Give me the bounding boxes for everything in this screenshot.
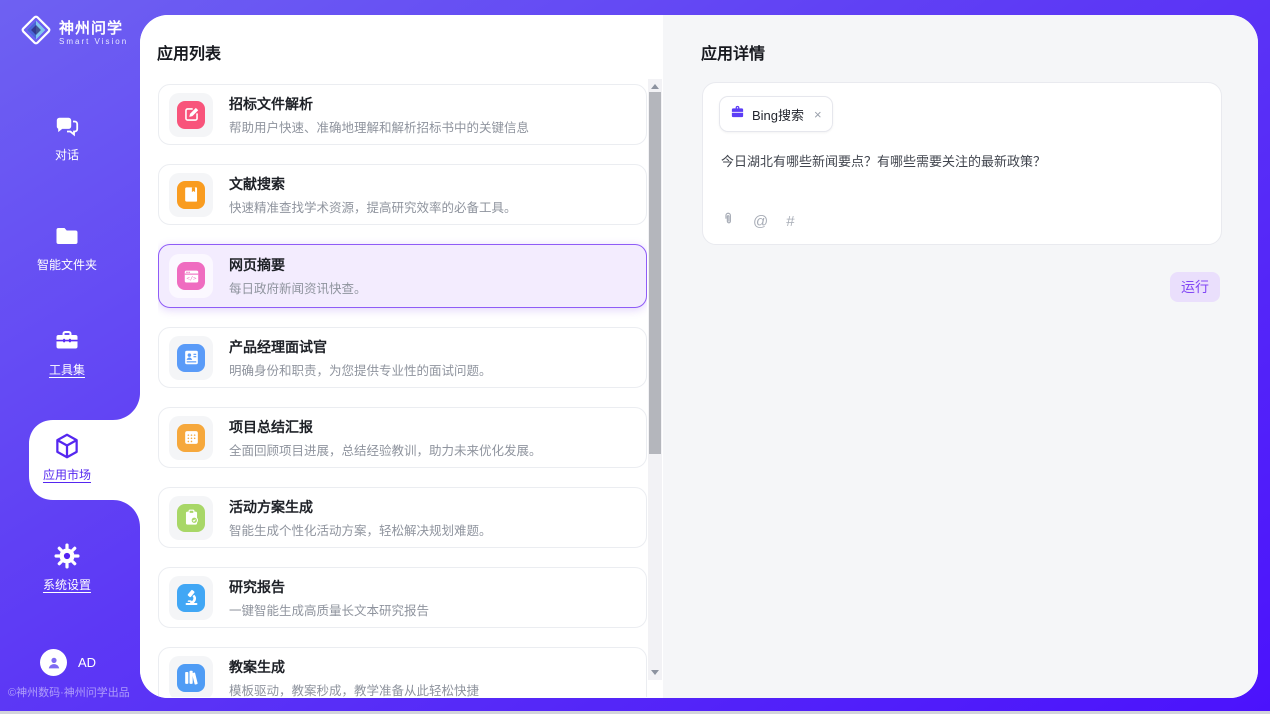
book-icon [177, 181, 205, 209]
user-account[interactable]: AD [40, 649, 96, 676]
app-card[interactable]: 招标文件解析 帮助用户快速、准确地理解和解析招标书中的关键信息 [158, 84, 647, 145]
app-description: 帮助用户快速、准确地理解和解析招标书中的关键信息 [229, 117, 529, 136]
app-card[interactable]: 产品经理面试官 明确身份和职责，为您提供专业性的面试问题。 [158, 327, 647, 388]
app-list-panel: 应用列表 招标文件解析 帮助用户快速、准确地理解和解析招标书中的关键信息 文献搜… [140, 15, 663, 698]
paperclip-icon[interactable] [721, 210, 735, 232]
main-panel: 应用列表 招标文件解析 帮助用户快速、准确地理解和解析招标书中的关键信息 文献搜… [140, 15, 1258, 698]
clipboard-check-icon [177, 504, 205, 532]
browser-code-icon: </> [177, 262, 205, 290]
prompt-input[interactable]: 今日湖北有哪些新闻要点？有哪些需要关注的最新政策？ [721, 151, 1203, 170]
edit-doc-icon [177, 101, 205, 129]
app-card[interactable]: 研究报告 一键智能生成高质量长文本研究报告 [158, 567, 647, 628]
app-description: 模板驱动，教案秒成，教学准备从此轻松快捷 [229, 680, 479, 698]
app-description: 快速精准查找学术资源，提高研究效率的必备工具。 [229, 197, 517, 216]
scrollbar-thumb[interactable] [649, 92, 661, 454]
app-icon-container [169, 336, 213, 380]
folder-icon [0, 222, 134, 250]
at-icon[interactable]: @ [753, 213, 768, 230]
copyright-text: ©神州数码·神州问学出品 [8, 684, 130, 700]
sidebar-item-label: 工具集 [0, 361, 134, 378]
microscope-icon [177, 584, 205, 612]
briefcase-icon [730, 104, 745, 124]
app-description: 一键智能生成高质量长文本研究报告 [229, 600, 429, 619]
app-list-title: 应用列表 [157, 40, 221, 64]
brand-logo: 神州问学 Smart Vision [19, 13, 128, 52]
scroll-down-icon[interactable] [651, 670, 659, 675]
gear-icon [0, 542, 134, 570]
app-name: 招标文件解析 [229, 94, 529, 114]
app-list: 招标文件解析 帮助用户快速、准确地理解和解析招标书中的关键信息 文献搜索 快速精… [158, 84, 647, 697]
app-card[interactable]: 项目总结汇报 全面回顾项目进展，总结经验教训，助力未来优化发展。 [158, 407, 647, 468]
sidebar: 神州问学 Smart Vision 对话 智能文件夹 [0, 0, 140, 714]
toolbox-icon [0, 327, 134, 355]
sidebar-item-label: 应用市场 [7, 466, 127, 483]
sidebar-item-label: 智能文件夹 [0, 256, 134, 273]
app-description: 智能生成个性化活动方案，轻松解决规划难题。 [229, 520, 492, 539]
sidebar-item-label: 系统设置 [0, 576, 134, 593]
app-name: 教案生成 [229, 657, 479, 677]
run-button[interactable]: 运行 [1170, 272, 1220, 302]
sidebar-item-label: 对话 [0, 146, 134, 163]
prompt-card: Bing搜索 × 今日湖北有哪些新闻要点？有哪些需要关注的最新政策？ @ # [702, 82, 1222, 245]
app-icon-container [169, 173, 213, 217]
user-name: AD [78, 655, 96, 670]
cube-icon [7, 431, 127, 461]
tool-chip-label: Bing搜索 [752, 105, 804, 124]
app-description: 全面回顾项目进展，总结经验教训，助力未来优化发展。 [229, 440, 542, 459]
sidebar-item-chat[interactable]: 对话 [0, 112, 134, 163]
app-icon-container [169, 416, 213, 460]
sidebar-item-smart-folder[interactable]: 智能文件夹 [0, 222, 134, 273]
app-name: 产品经理面试官 [229, 337, 492, 357]
tool-chip-bing-search[interactable]: Bing搜索 × [719, 96, 833, 132]
gem-logo-icon [19, 13, 53, 52]
chat-icon [0, 112, 134, 140]
svg-text:</>: </> [186, 276, 197, 282]
app-icon-container [169, 496, 213, 540]
app-card[interactable]: 活动方案生成 智能生成个性化活动方案，轻松解决规划难题。 [158, 487, 647, 548]
sidebar-item-app-market[interactable]: 应用市场 [7, 431, 127, 483]
sidebar-item-toolset[interactable]: 工具集 [0, 327, 134, 378]
scroll-up-icon[interactable] [651, 84, 659, 89]
app-icon-container [169, 576, 213, 620]
app-icon-container [169, 656, 213, 698]
list-scrollbar[interactable] [648, 79, 662, 680]
app-name: 活动方案生成 [229, 497, 492, 517]
app-name: 网页摘要 [229, 255, 367, 275]
brand-subtitle: Smart Vision [59, 37, 128, 46]
resume-icon [177, 344, 205, 372]
attachment-toolbar: @ # [721, 210, 795, 232]
app-description: 明确身份和职责，为您提供专业性的面试问题。 [229, 360, 492, 379]
app-name: 项目总结汇报 [229, 417, 542, 437]
app-name: 研究报告 [229, 577, 429, 597]
brand-name: 神州问学 [59, 20, 128, 37]
app-card[interactable]: </> 网页摘要 每日政府新闻资讯快查。 [158, 244, 647, 308]
app-card[interactable]: 教案生成 模板驱动，教案秒成，教学准备从此轻松快捷 [158, 647, 647, 697]
books-icon [177, 664, 205, 692]
app-name: 文献搜索 [229, 174, 517, 194]
note-icon [177, 424, 205, 452]
app-description: 每日政府新闻资讯快查。 [229, 278, 367, 297]
close-icon[interactable]: × [814, 107, 822, 122]
app-card[interactable]: 文献搜索 快速精准查找学术资源，提高研究效率的必备工具。 [158, 164, 647, 225]
app-detail-title: 应用详情 [701, 40, 765, 64]
sidebar-item-settings[interactable]: 系统设置 [0, 542, 134, 593]
avatar [40, 649, 67, 676]
app-icon-container: </> [169, 254, 213, 298]
app-icon-container [169, 93, 213, 137]
hash-icon[interactable]: # [786, 213, 794, 230]
app-detail-panel: 应用详情 Bing搜索 × 今日湖北有哪些新闻要点？有哪些需要关注的最新政策？ [663, 15, 1258, 698]
